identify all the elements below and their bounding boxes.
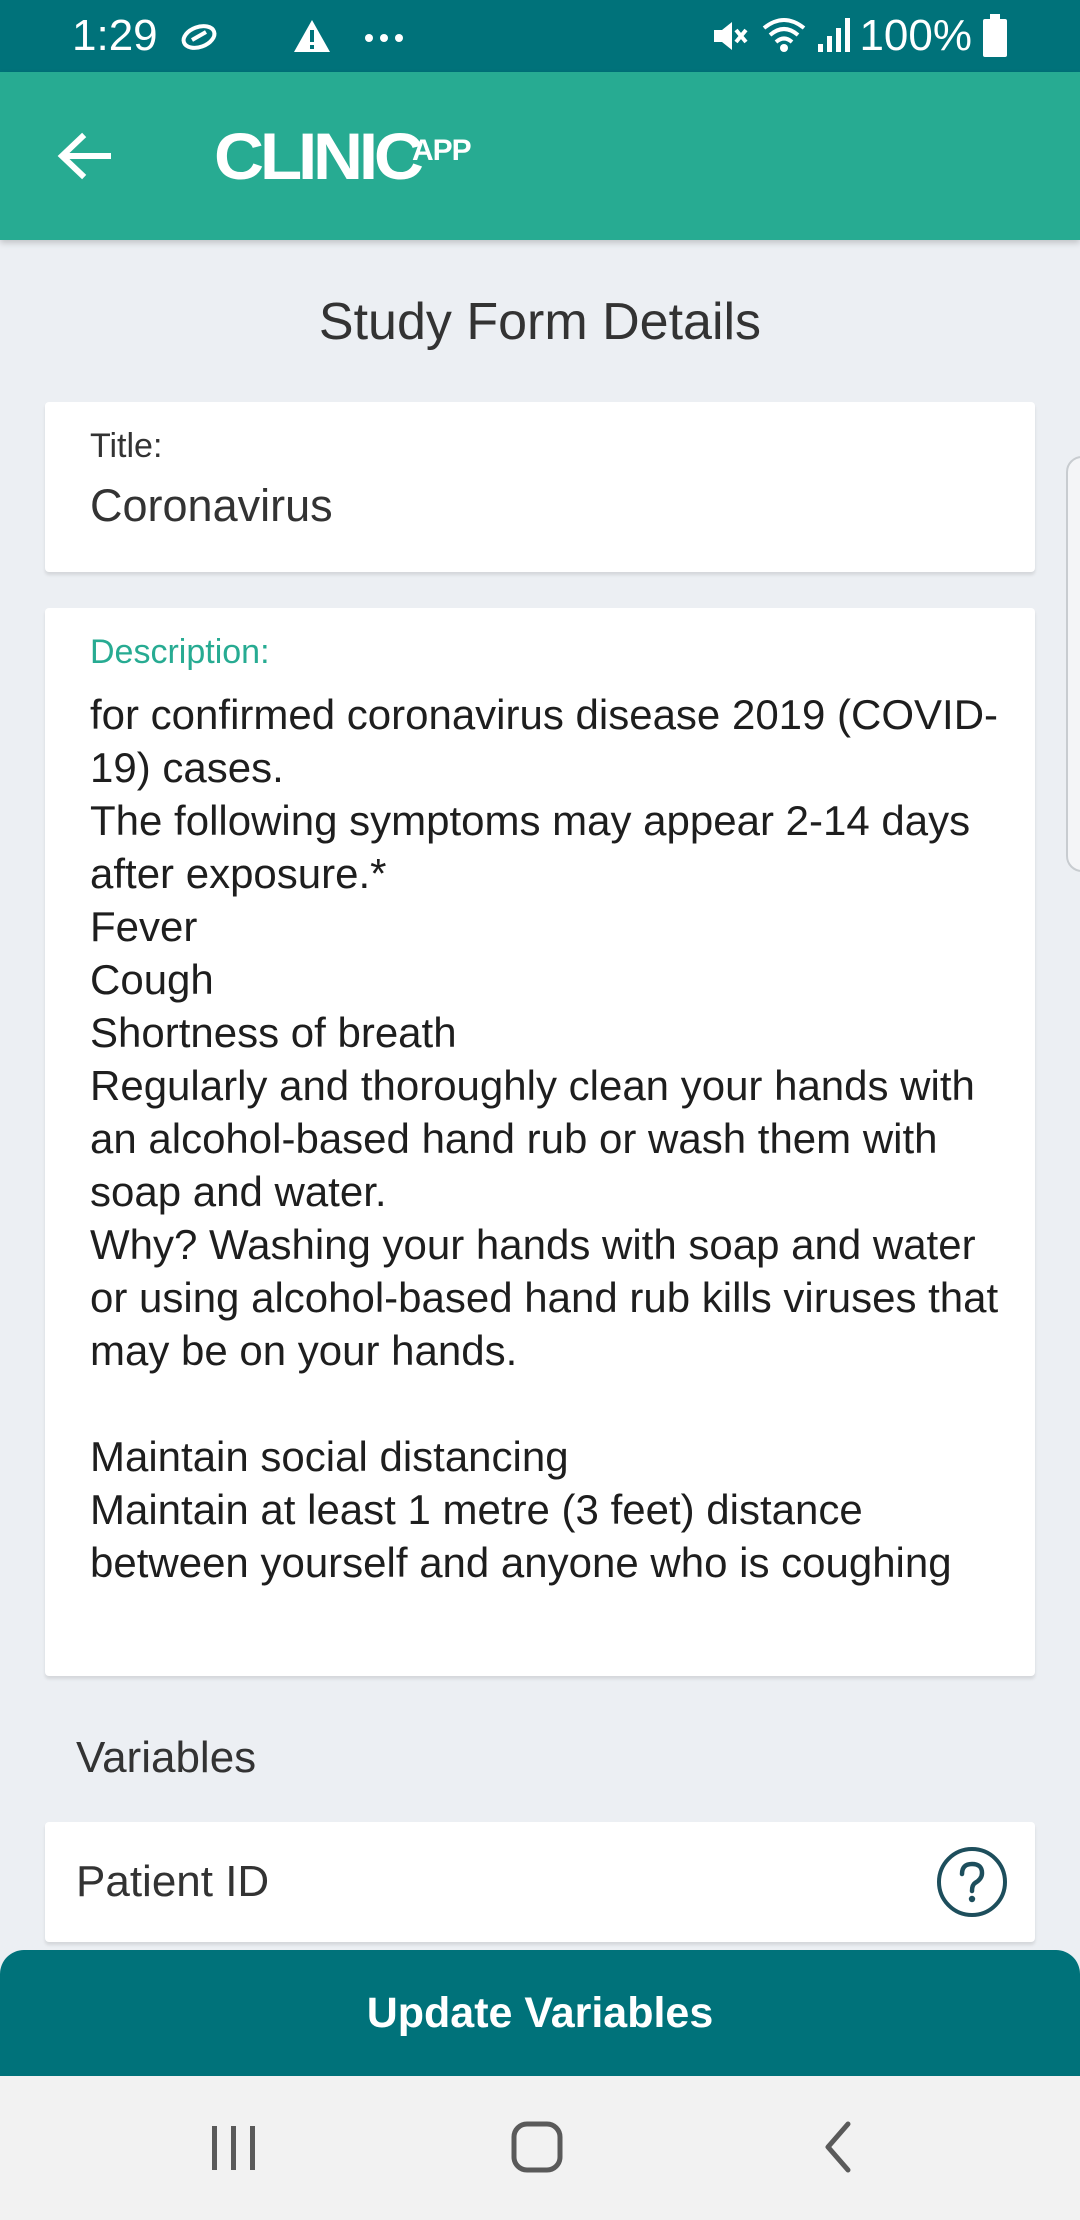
logo-text: CLINIC <box>214 119 424 193</box>
recent-apps-icon[interactable] <box>206 2122 262 2179</box>
description-card[interactable]: Description: for confirmed coronavirus d… <box>45 608 1035 1676</box>
home-icon[interactable] <box>510 2120 564 2179</box>
sync-icon <box>180 22 218 57</box>
status-bar: 1:29 100% <box>0 0 1080 72</box>
battery-icon <box>982 14 1008 63</box>
signal-icon <box>816 16 856 59</box>
app-bar: CLINIC APP <box>0 72 1080 240</box>
title-card[interactable]: Title: Coronavirus <box>45 402 1035 572</box>
battery-percentage: 100% <box>859 11 972 60</box>
arrow-left-icon <box>57 132 111 180</box>
logo-subtext: APP <box>411 134 472 167</box>
title-label: Title: <box>90 427 163 465</box>
mute-icon <box>710 16 750 61</box>
variables-header: Variables <box>76 1733 257 1782</box>
title-value: Coronavirus <box>90 480 333 531</box>
variable-label: Patient ID <box>76 1857 270 1906</box>
status-time: 1:29 <box>72 11 158 60</box>
app-logo: CLINIC APP <box>214 116 472 196</box>
description-label: Description: <box>90 633 270 671</box>
update-variables-button[interactable]: Update Variables <box>0 1950 1080 2076</box>
back-icon[interactable] <box>820 2120 856 2179</box>
variable-item[interactable]: Patient ID <box>45 1822 1035 1942</box>
alert-icon <box>292 18 332 59</box>
description-value: for confirmed coronavirus disease 2019 (… <box>90 691 999 1586</box>
more-icon <box>364 30 404 48</box>
back-button[interactable] <box>44 116 124 196</box>
navigation-bar <box>0 2076 1080 2220</box>
help-icon[interactable] <box>936 1846 1008 1918</box>
page-title: Study Form Details <box>318 293 762 351</box>
wifi-icon <box>760 14 808 59</box>
side-drawer-handle[interactable] <box>1066 456 1080 872</box>
